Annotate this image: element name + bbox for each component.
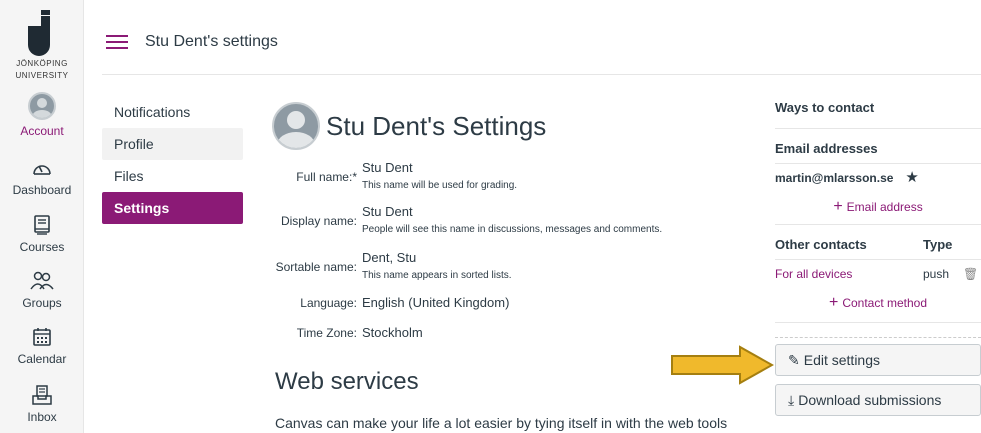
pencil-icon: ✎ xyxy=(788,351,800,368)
ways-to-contact-title: Ways to contact xyxy=(775,100,875,115)
add-contact-method-link[interactable]: + Contact method xyxy=(775,288,981,318)
language-label: Language: xyxy=(300,296,357,310)
university-logo[interactable]: JÖNKÖPING UNIVERSITY xyxy=(0,0,84,84)
other-contact-row: For all devices push 🗑 xyxy=(775,260,981,288)
sortable-name-value: Dent, Stu xyxy=(362,250,417,265)
other-contact-link[interactable]: For all devices xyxy=(775,260,923,288)
full-name-hint: This name will be used for grading. xyxy=(362,180,518,191)
web-services-text: Canvas can make your life a lot easier b… xyxy=(275,415,728,431)
default-star-icon[interactable]: ★ xyxy=(905,164,918,192)
display-name-hint: People will see this name in discussions… xyxy=(362,224,663,235)
sortable-name-label: Sortable name: xyxy=(275,260,357,274)
nav-dashboard-label: Dashboard xyxy=(12,183,72,197)
display-name-value: Stu Dent xyxy=(362,204,413,219)
divider xyxy=(775,224,981,225)
nav-courses-label: Courses xyxy=(19,240,65,254)
sortable-name-hint: This name appears in sorted lists. xyxy=(362,270,512,281)
plus-icon: + xyxy=(828,294,839,311)
nav-inbox-label: Inbox xyxy=(27,410,57,424)
groups-people-icon xyxy=(30,270,54,292)
user-avatar-icon xyxy=(28,92,56,120)
logo-text-line2: UNIVERSITY xyxy=(15,71,69,80)
nav-groups-label: Groups xyxy=(22,296,62,310)
breadcrumb[interactable]: Stu Dent's settings xyxy=(145,33,278,51)
other-contacts-header: Other contacts xyxy=(775,237,867,252)
subnav-settings[interactable]: Settings xyxy=(102,192,243,224)
university-logo-mark xyxy=(22,10,62,56)
logo-text-line1: JÖNKÖPING xyxy=(16,59,68,68)
subnav-notifications[interactable]: Notifications xyxy=(102,96,243,128)
annotation-arrow-icon xyxy=(671,345,774,385)
divider xyxy=(775,128,981,129)
edit-settings-label: Edit settings xyxy=(803,352,880,368)
other-contacts-header-row: Other contacts Type xyxy=(775,231,981,259)
subnav-profile[interactable]: Profile xyxy=(102,128,243,160)
full-name-label: Full name:* xyxy=(296,170,357,184)
edit-settings-button[interactable]: ✎ Edit settings xyxy=(775,344,981,376)
email-row: martin@mlarsson.se ★ xyxy=(775,164,981,192)
trash-icon[interactable]: 🗑 xyxy=(963,260,978,288)
dashboard-gauge-icon xyxy=(30,157,54,179)
hamburger-menu-icon[interactable] xyxy=(106,35,128,49)
inbox-icon xyxy=(30,384,54,406)
timezone-value: Stockholm xyxy=(362,325,423,340)
add-email-label: Email address xyxy=(846,200,923,214)
nav-dashboard[interactable]: Dashboard xyxy=(0,157,84,197)
web-services-heading: Web services xyxy=(275,368,419,395)
subnav-files[interactable]: Files xyxy=(102,160,243,192)
header-divider xyxy=(102,74,981,75)
calendar-icon xyxy=(30,326,54,348)
language-value: English (United Kingdom) xyxy=(362,295,510,310)
email-addresses-header: Email addresses xyxy=(775,141,878,156)
book-icon xyxy=(30,214,54,236)
settings-main: Stu Dent's Settings Full name:* Stu Dent… xyxy=(272,96,742,340)
nav-groups[interactable]: Groups xyxy=(0,270,84,310)
dashed-divider xyxy=(775,337,981,338)
page-header: Stu Dent's Settings xyxy=(272,96,742,156)
download-submissions-label: Download submissions xyxy=(798,392,942,408)
download-submissions-button[interactable]: ⤓ Download submissions xyxy=(775,384,981,416)
email-address: martin@mlarsson.se xyxy=(775,171,894,185)
nav-courses[interactable]: Courses xyxy=(0,214,84,254)
full-name-value: Stu Dent xyxy=(362,160,413,175)
top-bar: Stu Dent's settings xyxy=(84,0,981,74)
nav-calendar-label: Calendar xyxy=(17,352,67,366)
global-navigation: JÖNKÖPING UNIVERSITY Account Dashboard C… xyxy=(0,0,84,433)
divider xyxy=(775,322,981,323)
plus-icon: + xyxy=(833,198,843,215)
add-contact-label: Contact method xyxy=(842,296,928,310)
account-subnav: Notifications Profile Files Settings xyxy=(102,96,243,224)
add-email-link[interactable]: + Email address xyxy=(775,192,981,222)
page-title: Stu Dent's Settings xyxy=(326,110,547,141)
email-header-row: Email addresses xyxy=(775,135,981,163)
ways-to-contact-panel: Ways to contact Email addresses martin@m… xyxy=(775,96,981,338)
download-icon: ⤓ xyxy=(788,391,795,408)
nav-account[interactable]: Account xyxy=(0,92,84,138)
nav-calendar[interactable]: Calendar xyxy=(0,326,84,366)
other-contact-type: push xyxy=(923,267,950,281)
timezone-label: Time Zone: xyxy=(296,326,357,340)
type-header: Type xyxy=(923,237,953,252)
profile-avatar-icon[interactable] xyxy=(272,102,320,150)
nav-account-label: Account xyxy=(20,124,64,138)
nav-inbox[interactable]: Inbox xyxy=(0,384,84,424)
display-name-label: Display name: xyxy=(280,214,357,228)
